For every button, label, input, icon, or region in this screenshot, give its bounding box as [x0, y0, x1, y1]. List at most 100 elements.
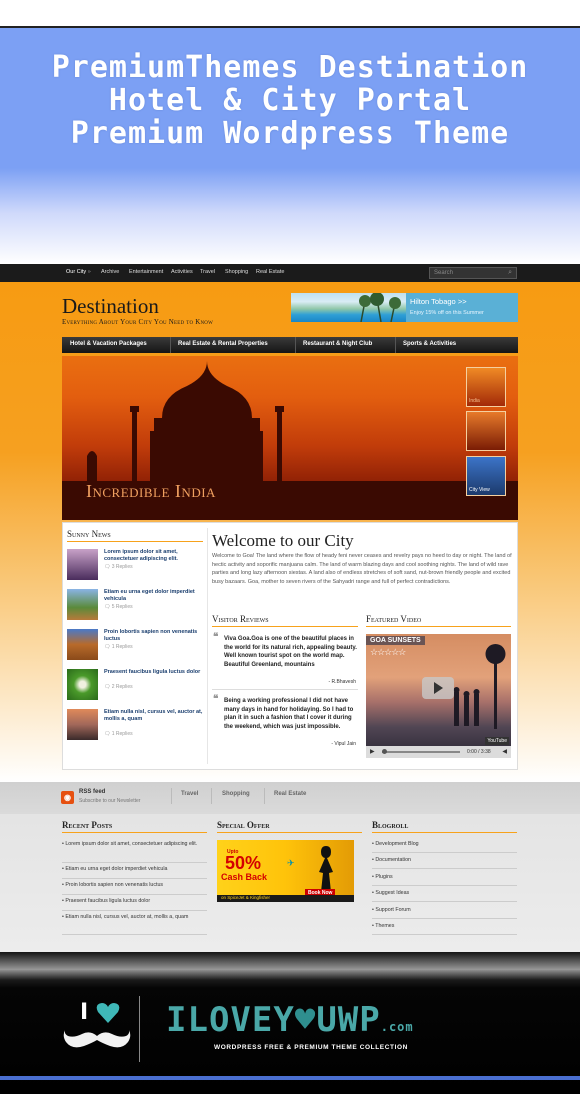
- banner-title-line-2: Hotel & City Portal: [108, 83, 472, 118]
- promo-banner: PremiumThemes Destination Hotel & City P…: [0, 28, 580, 264]
- category-menu: Hotel & Vacation Packages Real Estate & …: [62, 337, 518, 353]
- news-thumbnail: [67, 709, 98, 740]
- search-placeholder: Search: [434, 270, 454, 276]
- category-restaurant[interactable]: Restaurant & Night Club: [303, 341, 372, 347]
- slider-thumb-3[interactable]: City View: [466, 456, 506, 496]
- blogroll-title: Blogroll: [372, 820, 409, 830]
- news-title[interactable]: Etiam nulla nisl, cursus vel, auctor at,…: [104, 709, 204, 723]
- blogroll-link[interactable]: • Suggest Ideas: [372, 890, 409, 898]
- play-icon[interactable]: ▶: [370, 748, 375, 755]
- menu-divider: [170, 337, 171, 353]
- sunny-news-title: Sunny News: [67, 529, 111, 539]
- progress-handle[interactable]: [382, 749, 387, 754]
- category-real-estate[interactable]: Real Estate & Rental Properties: [178, 341, 268, 347]
- blogroll-link[interactable]: • Support Forum: [372, 907, 411, 915]
- nav-item-entertainment[interactable]: Entertainment: [129, 269, 163, 275]
- slider-thumb-1[interactable]: India: [466, 367, 506, 407]
- sub-link-shopping[interactable]: Shopping: [222, 791, 250, 797]
- theme-screenshot: Our City » Archive Entertainment Activit…: [0, 264, 580, 970]
- play-button[interactable]: [422, 677, 454, 699]
- sub-link-real-estate[interactable]: Real Estate: [274, 791, 306, 797]
- news-item[interactable]: Lorem ipsum dolor sit amet, consectetuer…: [67, 549, 203, 583]
- list-divider: [62, 878, 207, 879]
- news-title[interactable]: Lorem ipsum dolor sit amet, consectetuer…: [104, 549, 204, 563]
- divider: [264, 788, 265, 804]
- orange-divider: [67, 541, 203, 542]
- nav-item-shopping[interactable]: Shopping: [225, 269, 248, 275]
- news-item[interactable]: Etiam nulla nisl, cursus vel, auctor at,…: [67, 709, 203, 743]
- site-logo[interactable]: Destination: [62, 294, 159, 319]
- offer-cashback: Cash Back: [221, 872, 268, 882]
- divider: [211, 788, 212, 804]
- slider-caption: Incredible India: [86, 481, 216, 501]
- woman-silhouette: [319, 846, 333, 892]
- search-input[interactable]: Search ⌕: [429, 267, 517, 279]
- rss-subtitle: Subscribe to our Newsletter: [79, 798, 141, 804]
- news-replies: 🗨 5 Replies: [104, 604, 133, 610]
- ad-pool-image: [291, 293, 406, 322]
- featured-video-title: Featured Video: [366, 614, 422, 624]
- blogroll-link[interactable]: • Plugins: [372, 874, 393, 882]
- nav-item-activities[interactable]: Activities: [171, 269, 193, 275]
- news-title[interactable]: Praesent faucibus ligula luctus dolor: [104, 669, 204, 676]
- orange-divider: [366, 626, 511, 627]
- news-title[interactable]: Proin lobortis sapien non venenatis luct…: [104, 629, 204, 643]
- menu-divider: [395, 337, 396, 353]
- orange-divider: [217, 832, 362, 833]
- blogroll-link[interactable]: • Documentation: [372, 857, 411, 865]
- category-hotel[interactable]: Hotel & Vacation Packages: [70, 341, 147, 347]
- progress-track[interactable]: [382, 751, 460, 753]
- news-item[interactable]: Proin lobortis sapien non venenatis luct…: [67, 629, 203, 663]
- nav-item-our-city[interactable]: Our City »: [66, 269, 91, 275]
- news-replies: 🗨 3 Replies: [104, 564, 133, 570]
- news-title[interactable]: Etiam eu urna eget dolor imperdiet vehic…: [104, 589, 204, 603]
- news-item[interactable]: Praesent faucibus ligula luctus dolor 🗨 …: [67, 669, 203, 703]
- video-player[interactable]: GOA SUNSETS ☆☆☆☆☆ YouTube ▶ 0:00 / 3:38 …: [366, 634, 511, 758]
- review-text: Being a working professional I did not h…: [224, 698, 354, 731]
- category-sports[interactable]: Sports & Activities: [403, 341, 456, 347]
- heart-icon: [96, 1003, 120, 1023]
- rss-title[interactable]: RSS feed: [79, 789, 105, 795]
- special-offer-title: Special Offer: [217, 820, 270, 830]
- sub-link-travel[interactable]: Travel: [181, 791, 198, 797]
- welcome-text: Welcome to Goa! The land where the flow …: [212, 553, 512, 585]
- orange-divider: [212, 626, 358, 627]
- quote-icon: ❝: [213, 632, 219, 643]
- airplane-icon: ✈: [287, 858, 295, 868]
- offer-percent: 50%: [225, 853, 262, 873]
- recent-post-link[interactable]: • Praesent faucibus ligula luctus dolor: [62, 898, 207, 906]
- search-icon[interactable]: ⌕: [508, 269, 512, 277]
- nav-item-archive[interactable]: Archive: [101, 269, 119, 275]
- list-divider: [372, 885, 517, 886]
- ad-title: Hilton Tobago >>: [410, 297, 467, 306]
- special-offer-ad[interactable]: Upto 50% Cash Back ✈ Book Now on SpiceJe…: [217, 840, 354, 902]
- review-author: - R.Bhavesh: [328, 679, 356, 685]
- recent-post-link[interactable]: • Lorem ipsum dolor sit amet, consectetu…: [62, 841, 207, 849]
- header-ad-banner[interactable]: Hilton Tobago >> Enjoy 15% off on this S…: [291, 293, 518, 322]
- banner-title-line-1: PremiumThemes Destination: [51, 50, 529, 85]
- slider-thumb-2[interactable]: [466, 411, 506, 451]
- nav-item-travel[interactable]: Travel: [200, 269, 215, 275]
- list-divider: [372, 852, 517, 853]
- youtube-logo[interactable]: YouTube: [485, 737, 509, 745]
- news-item[interactable]: Etiam eu urna eget dolor imperdiet vehic…: [67, 589, 203, 623]
- recent-post-link[interactable]: • Etiam nulla nisl, cursus vel, auctor a…: [62, 914, 207, 922]
- blogroll-link[interactable]: • Themes: [372, 923, 394, 931]
- recent-post-link[interactable]: • Etiam eu urna eget dolor imperdiet veh…: [62, 866, 207, 874]
- news-thumbnail: [67, 589, 98, 620]
- thumb-label: City View: [469, 487, 490, 493]
- nav-item-real-estate[interactable]: Real Estate: [256, 269, 284, 275]
- video-controls: ▶ 0:00 / 3:38 ◀: [366, 746, 511, 758]
- volume-icon[interactable]: ◀: [502, 748, 507, 755]
- rss-icon[interactable]: ◉: [61, 791, 74, 804]
- list-divider: [62, 894, 207, 895]
- blogroll-link[interactable]: • Development Blog: [372, 841, 419, 849]
- site-tagline: Everything About Your City You Need to K…: [62, 318, 214, 326]
- news-replies: 🗨 2 Replies: [104, 684, 133, 690]
- column-divider: [207, 528, 208, 764]
- frame-gradient: [0, 952, 580, 970]
- review-divider: [212, 689, 358, 690]
- brand-wordmark[interactable]: ILOVEY♥UWP.com: [166, 1000, 414, 1040]
- list-divider: [372, 868, 517, 869]
- recent-post-link[interactable]: • Proin lobortis sapien non venenatis lu…: [62, 882, 207, 890]
